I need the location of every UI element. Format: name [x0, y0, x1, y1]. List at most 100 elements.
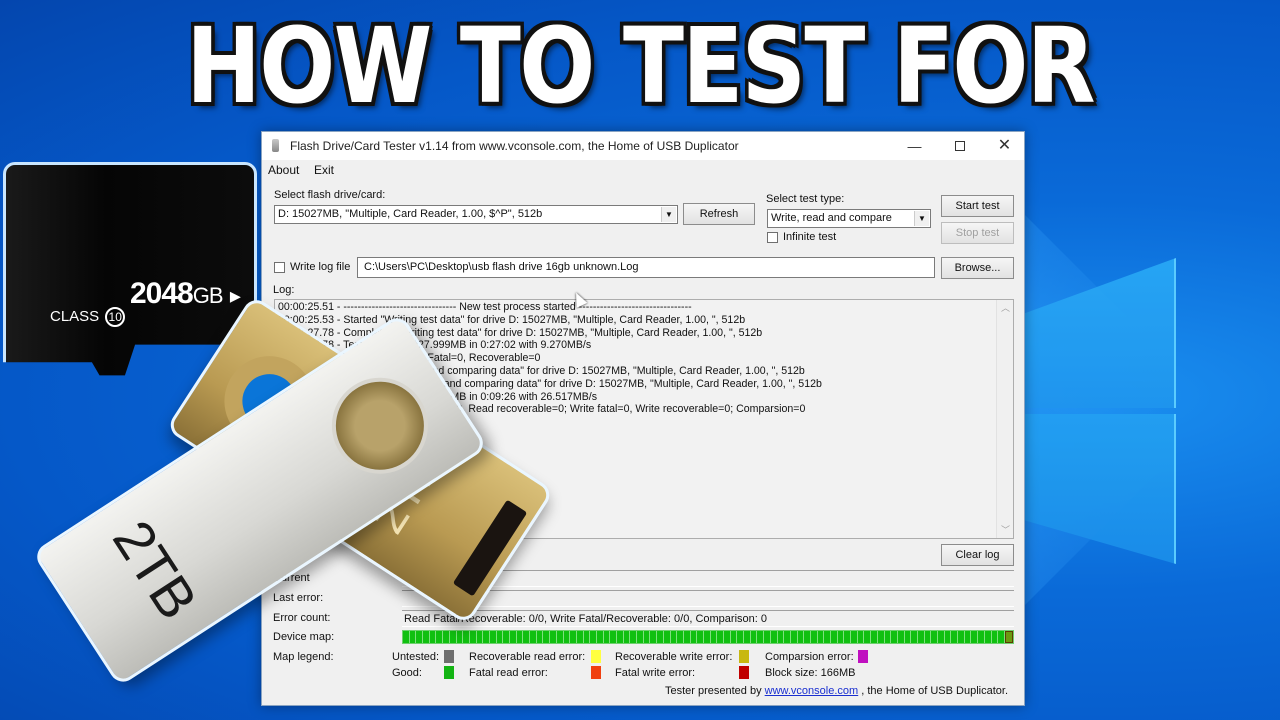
- sd-arrow-icon: ▸: [229, 283, 241, 308]
- device-map-block: [583, 631, 591, 643]
- device-map-block: [871, 631, 878, 643]
- refresh-button[interactable]: Refresh: [683, 203, 755, 225]
- title-bar[interactable]: Flash Drive/Card Tester v1.14 from www.v…: [262, 132, 1024, 160]
- test-type-label: Select test type:: [766, 193, 845, 205]
- device-map-block: [677, 631, 684, 643]
- device-map-block: [917, 631, 925, 643]
- legend-recoverable-read-label: Recoverable read error:: [469, 651, 586, 663]
- error-count-label: Error count:: [273, 612, 331, 624]
- menu-about[interactable]: About: [268, 163, 299, 177]
- device-map-block: [817, 631, 825, 643]
- legend-recoverable-write-label: Recoverable write error:: [615, 651, 733, 663]
- device-map-block: [911, 631, 918, 643]
- device-map-block: [596, 631, 604, 643]
- usb-app-icon: [272, 139, 279, 152]
- legend-good-label: Good:: [392, 667, 422, 679]
- drive-select[interactable]: D: 15027MB, "Multiple, Card Reader, 1.00…: [274, 205, 678, 224]
- device-map-block: [777, 631, 785, 643]
- device-map-block: [690, 631, 698, 643]
- menu-exit[interactable]: Exit: [314, 163, 334, 177]
- write-log-checkbox[interactable]: [274, 262, 285, 273]
- device-map-block: [510, 631, 517, 643]
- device-map-block: [516, 631, 524, 643]
- device-map-block: [610, 631, 617, 643]
- maximize-button[interactable]: [937, 132, 982, 160]
- device-map-block: [864, 631, 872, 643]
- minimize-button[interactable]: —: [892, 132, 937, 160]
- device-map-block: [770, 631, 778, 643]
- device-map-block: [857, 631, 865, 643]
- device-map-label: Device map:: [273, 631, 335, 643]
- device-map-block: [617, 631, 624, 643]
- device-map-block: [703, 631, 711, 643]
- device-map-block: [824, 631, 831, 643]
- sd-capacity-value: 2048: [130, 277, 194, 310]
- device-map-block: [944, 631, 952, 643]
- device-map-block: [831, 631, 838, 643]
- legend-comparison-label: Comparsion error:: [765, 651, 854, 663]
- device-map-block: [523, 631, 531, 643]
- device-map-block: [804, 631, 811, 643]
- device-map-block: [984, 631, 992, 643]
- sd-class: CLASS 10: [50, 307, 126, 327]
- sd-capacity: 2048GB ▸: [130, 277, 241, 311]
- device-map-block: [904, 631, 912, 643]
- dropdown-arrow-icon[interactable]: ▼: [661, 207, 676, 222]
- device-map-block: [810, 631, 818, 643]
- device-map-block: [496, 631, 504, 643]
- infinite-test-checkbox[interactable]: [767, 232, 778, 243]
- device-map-block: [590, 631, 597, 643]
- device-map-block: [844, 631, 852, 643]
- test-type-select[interactable]: Write, read and compare ▼: [767, 209, 931, 228]
- device-map-block: [456, 631, 464, 643]
- clear-log-button[interactable]: Clear log: [941, 544, 1014, 566]
- device-map: [402, 630, 1014, 644]
- legend-fatal-write-label: Fatal write error:: [615, 667, 696, 679]
- close-button[interactable]: ✕: [982, 132, 1027, 160]
- log-file-path-input[interactable]: C:\Users\PC\Desktop\usb flash drive 16gb…: [357, 257, 935, 278]
- device-map-block: [851, 631, 858, 643]
- device-map-block: [744, 631, 751, 643]
- device-map-block: [710, 631, 718, 643]
- device-map-block: [423, 631, 430, 643]
- device-map-block: [891, 631, 898, 643]
- device-map-block: [971, 631, 979, 643]
- vconsole-link[interactable]: www.vconsole.com: [765, 685, 859, 697]
- error-count-field: Read Fatal/Recoverable: 0/0, Write Fatal…: [402, 610, 1014, 627]
- footer-prefix: Tester presented by: [664, 685, 762, 697]
- device-map-block: [536, 631, 544, 643]
- device-map-block: [931, 631, 938, 643]
- device-map-block: [630, 631, 638, 643]
- legend-fatal-write-swatch: [739, 666, 749, 679]
- usb-keyring-hole: [313, 359, 447, 493]
- start-test-button[interactable]: Start test: [941, 195, 1014, 217]
- device-map-block: [837, 631, 845, 643]
- device-map-block: [530, 631, 537, 643]
- window-title: Flash Drive/Card Tester v1.14 from www.v…: [290, 139, 739, 153]
- log-scrollbar[interactable]: ︿ ﹀: [996, 300, 1013, 538]
- scroll-down-icon[interactable]: ﹀: [997, 522, 1014, 538]
- device-map-block: [724, 631, 731, 643]
- last-error-field: [402, 590, 1014, 607]
- device-map-block: [697, 631, 704, 643]
- device-map-block: [657, 631, 664, 643]
- device-map-block: [750, 631, 758, 643]
- scroll-up-icon[interactable]: ︿: [997, 300, 1014, 316]
- last-error-label: Last error:: [273, 592, 324, 604]
- device-map-block: [416, 631, 424, 643]
- device-map-block: [469, 631, 477, 643]
- legend-untested-swatch: [444, 650, 454, 663]
- device-map-block: [797, 631, 805, 643]
- stop-test-button[interactable]: Stop test: [941, 222, 1014, 244]
- browse-button[interactable]: Browse...: [941, 257, 1014, 279]
- log-label: Log:: [273, 284, 295, 296]
- device-map-block: [436, 631, 444, 643]
- legend-recoverable-read-swatch: [591, 650, 601, 663]
- device-map-block: [409, 631, 417, 643]
- device-map-block: [784, 631, 791, 643]
- dropdown-arrow-icon[interactable]: ▼: [914, 211, 929, 226]
- menu-bar: About Exit: [262, 160, 1024, 180]
- drive-select-value: D: 15027MB, "Multiple, Card Reader, 1.00…: [278, 208, 543, 220]
- device-map-block: [958, 631, 965, 643]
- log-line: 00:00:25.51 - --------------------------…: [278, 301, 692, 313]
